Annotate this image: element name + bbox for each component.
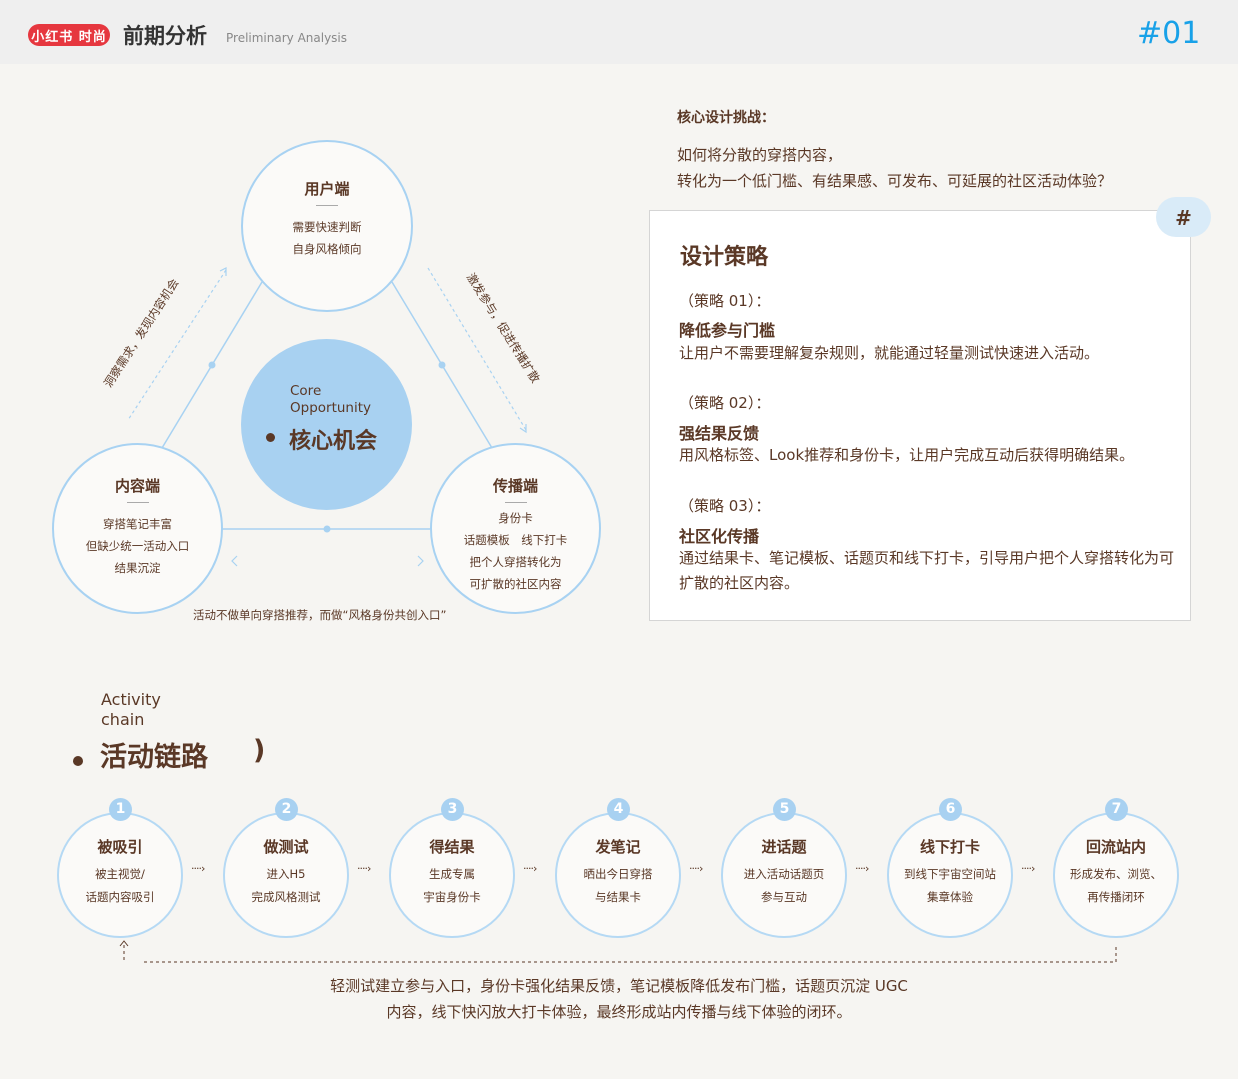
bullet-dot <box>266 433 275 442</box>
content-side-circle: 内容端 穿搭笔记丰富 但缺少统一活动入口 结果沉淀 <box>52 443 223 614</box>
spread-side-circle: 传播端 身份卡 话题模板 线下打卡 把个人穿搭转化为 可扩散的社区内容 <box>430 443 601 614</box>
user-side-line: 自身风格倾向 <box>292 242 362 256</box>
dotted-arrow-icon: ····› <box>357 862 371 875</box>
step-number-badge: 4 <box>607 798 630 821</box>
strategy-tag: （策略 03）： <box>679 497 771 515</box>
content-side-line: 穿搭笔记丰富 <box>103 517 172 531</box>
dotted-arrow-icon: ····› <box>855 862 869 875</box>
step-number-badge: 7 <box>1105 798 1128 821</box>
strategy-name: 降低参与门槛 <box>679 321 776 340</box>
activity-summary: 轻测试建立参与入口，身份卡强化结果反馈，笔记模板降低发布门槛，话题页沉淀 UGC… <box>330 977 908 1021</box>
strategy-name: 强结果反馈 <box>679 424 760 443</box>
divider <box>316 205 338 206</box>
spread-side-line: 把个人穿搭转化为 <box>469 555 562 569</box>
dotted-arrow-icon: ····› <box>689 862 703 875</box>
step-circle: 线下打卡 到线下宇宙空间站 集章体验 <box>887 812 1013 938</box>
spread-side-title: 传播端 <box>492 477 538 495</box>
step-circle: 回流站内 形成发布、浏览、 再传播闭环 <box>1053 812 1179 938</box>
activity-paren: ) <box>253 735 266 766</box>
step-circle: 发笔记 晒出今日穿搭 与结果卡 <box>555 812 681 938</box>
step-desc: 形成发布、浏览、 再传播闭环 <box>1070 867 1162 904</box>
step-title: 进话题 <box>761 838 807 856</box>
step-desc: 被主视觉/话题内容吸引 <box>85 867 155 904</box>
divider <box>126 502 149 503</box>
hash-badge: # <box>1156 197 1211 237</box>
user-side-title: 用户端 <box>304 180 350 198</box>
activity-title: 活动链路 <box>100 742 208 773</box>
step-circle: 做测试 进入H5 完成风格测试 <box>223 812 349 938</box>
step-number-badge: 1 <box>109 798 132 821</box>
strategy-desc: 让用户不需要理解复杂规则，就能通过轻量测试快速进入活动。 <box>679 344 1100 362</box>
core-label-zh: 核心机会 <box>289 429 378 454</box>
strategy-title: 设计策略 <box>680 245 769 270</box>
spread-side-line: 话题模板 线下打卡 <box>463 533 568 547</box>
step-title: 被吸引 <box>97 838 143 856</box>
step-title: 发笔记 <box>595 838 641 856</box>
user-side-line: 需要快速判断 <box>292 220 362 234</box>
step-title: 做测试 <box>263 838 309 856</box>
divider <box>504 502 527 503</box>
step-desc: 到线下宇宙空间站 集章体验 <box>904 867 996 904</box>
dotted-arrow-icon: ····› <box>523 862 537 875</box>
step-circle: 被吸引 被主视觉/话题内容吸引 <box>57 812 183 938</box>
step-title: 回流站内 <box>1085 838 1146 856</box>
content-side-title: 内容端 <box>114 477 160 495</box>
spread-side-line: 身份卡 <box>498 511 533 525</box>
step-desc: 进入H5 完成风格测试 <box>251 867 321 904</box>
step-circle: 得结果 生成专属 宇宙身份卡 <box>389 812 515 938</box>
step-circle: 进话题 进入活动话题页 参与互动 <box>721 812 847 938</box>
strategy-name: 社区化传播 <box>679 527 760 546</box>
spread-side-line: 可扩散的社区内容 <box>469 577 562 591</box>
step-desc: 生成专属 宇宙身份卡 <box>423 867 481 904</box>
strategy-desc: 通过结果卡、笔记模板、话题页和线下打卡，引导用户把个人穿搭转化为可扩散的社区内容… <box>679 549 1175 592</box>
content-side-line: 但缺少统一活动入口 <box>85 539 190 553</box>
dotted-arrow-icon: ····› <box>191 862 205 875</box>
activity-label-en: Activity chain <box>101 690 161 729</box>
step-number-badge: 5 <box>773 798 796 821</box>
challenge-question: 如何将分散的穿搭内容， 转化为一个低门槛、有结果感、可发布、可延展的社区活动体验… <box>677 146 1113 190</box>
strategy-tag: （策略 02）： <box>679 394 771 412</box>
dotted-arrow-icon: ····› <box>1021 862 1035 875</box>
user-side-circle: 用户端 需要快速判断 自身风格倾向 <box>241 140 413 312</box>
strategy-tag: （策略 01）： <box>679 292 771 310</box>
core-label-en: Core Opportunity <box>290 383 372 416</box>
step-desc: 进入活动话题页 参与互动 <box>743 867 825 904</box>
diagram-bottom-note: 活动不做单向穿搭推荐，而做“风格身份共创入口” <box>193 608 447 622</box>
step-title: 得结果 <box>429 838 475 856</box>
step-number-badge: 3 <box>441 798 464 821</box>
step-desc: 晒出今日穿搭 与结果卡 <box>583 867 653 904</box>
step-number-badge: 2 <box>275 798 298 821</box>
strategy-desc: 用风格标签、Look推荐和身份卡，让用户完成互动后获得明确结果。 <box>679 446 1135 464</box>
step-title: 线下打卡 <box>919 838 980 856</box>
bullet-dot <box>73 756 83 766</box>
content-side-line: 结果沉淀 <box>114 561 161 575</box>
step-number-badge: 6 <box>939 798 962 821</box>
challenge-heading: 核心设计挑战： <box>677 110 775 126</box>
